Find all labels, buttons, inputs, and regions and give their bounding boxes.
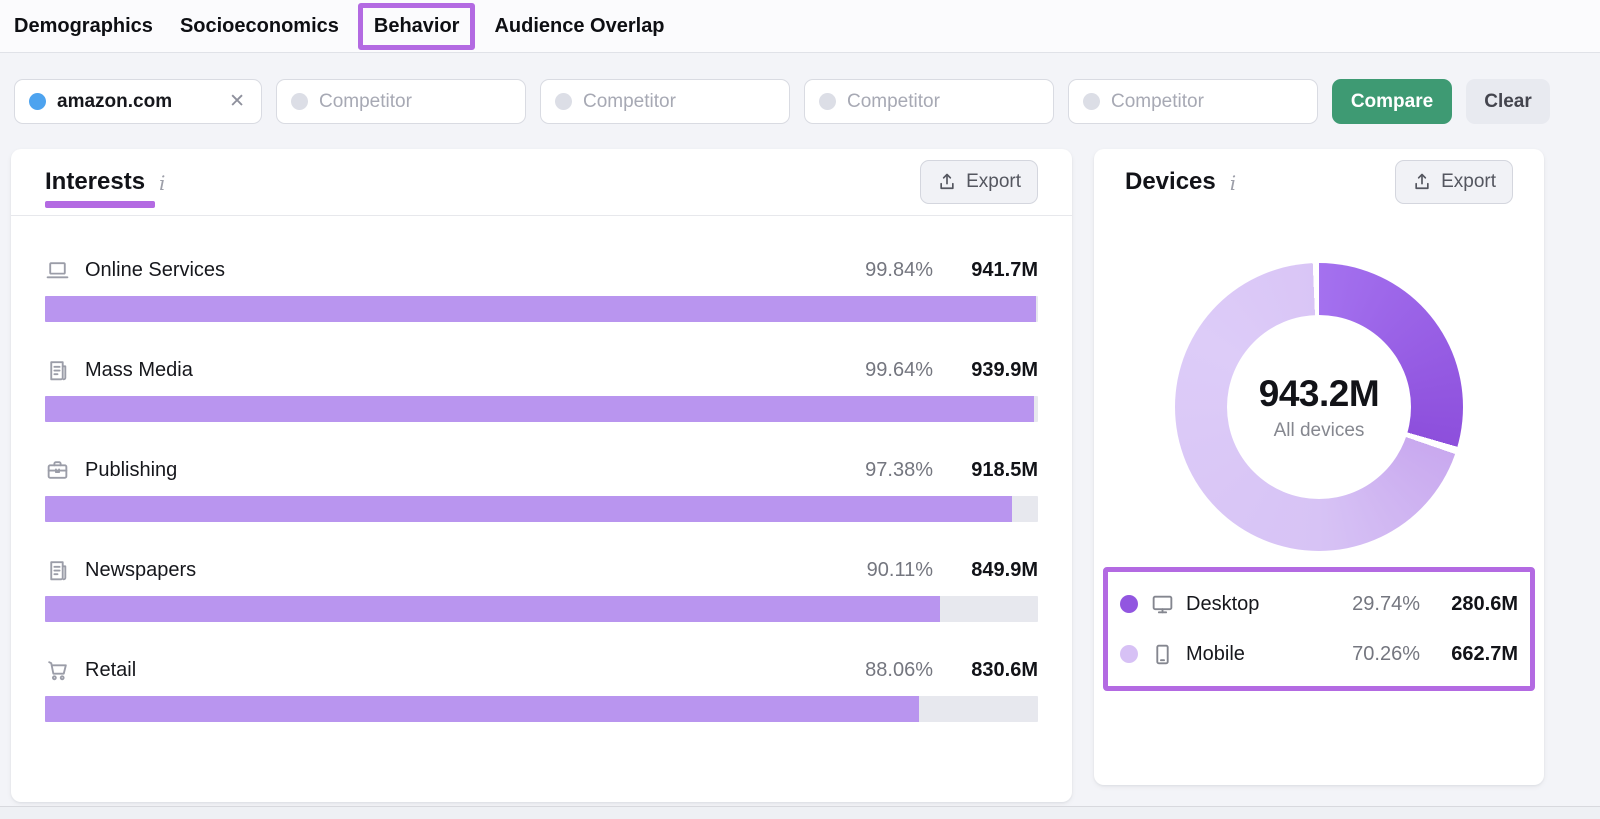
competitor-input-1[interactable]: Competitor	[276, 79, 526, 124]
interest-label: Newspapers	[85, 559, 813, 582]
competitor-input-4[interactable]: Competitor	[1068, 79, 1318, 124]
seed-domain-chip[interactable]: amazon.com ✕	[14, 79, 262, 124]
interest-percent: 99.84%	[813, 259, 933, 282]
compare-button[interactable]: Compare	[1332, 79, 1452, 124]
interests-title-annotation-underline	[45, 201, 155, 208]
export-icon	[1412, 172, 1432, 192]
newspaper-icon	[45, 358, 70, 383]
interest-value: 918.5M	[933, 459, 1038, 482]
competitor-dot-icon	[1083, 93, 1100, 110]
info-icon[interactable]: i	[1230, 171, 1236, 195]
behavior-tab-annotation-box: Behavior	[358, 3, 476, 50]
mobile-color-dot	[1120, 645, 1138, 663]
interest-label: Mass Media	[85, 359, 813, 382]
laptop-icon	[45, 258, 70, 283]
domain-dot-icon	[29, 93, 46, 110]
interest-percent: 99.64%	[813, 359, 933, 382]
devices-title: Devices	[1125, 168, 1216, 196]
page-bottom-edge	[0, 806, 1600, 819]
interest-row: Newspapers 90.11% 849.9M	[45, 558, 1038, 622]
devices-export-button[interactable]: Export	[1395, 160, 1513, 204]
competitor-dot-icon	[819, 93, 836, 110]
tab-socioeconomics[interactable]: Socioeconomics	[180, 15, 339, 38]
legend-row-mobile[interactable]: Mobile 70.26% 662.7M	[1120, 629, 1518, 679]
interest-percent: 97.38%	[813, 459, 933, 482]
seed-domain-label: amazon.com	[57, 91, 227, 113]
interest-row: Mass Media 99.64% 939.9M	[45, 358, 1038, 422]
monitor-icon	[1150, 592, 1175, 617]
interest-bar-track	[45, 696, 1038, 722]
interest-label: Online Services	[85, 259, 813, 282]
devices-donut-chart[interactable]: 943.2M All devices	[1175, 263, 1463, 551]
competitor-input-3[interactable]: Competitor	[804, 79, 1054, 124]
interest-bar-track	[45, 496, 1038, 522]
legend-value: 280.6M	[1420, 593, 1518, 616]
interests-export-button[interactable]: Export	[920, 160, 1038, 204]
interest-percent: 88.06%	[813, 659, 933, 682]
competitor-dot-icon	[555, 93, 572, 110]
interest-bar-track	[45, 296, 1038, 322]
interest-value: 939.9M	[933, 359, 1038, 382]
interest-bar-fill	[45, 696, 919, 722]
tab-demographics[interactable]: Demographics	[14, 15, 153, 38]
phone-icon	[1150, 642, 1175, 667]
interest-bar-fill	[45, 596, 940, 622]
filter-bar: amazon.com ✕ Competitor Competitor Compe…	[0, 79, 1600, 124]
devices-card: Devices i Export 943.2M All devices	[1094, 149, 1544, 785]
devices-legend-annotation-box: Desktop 29.74% 280.6M Mobile 70.26% 662.…	[1103, 567, 1535, 691]
newspaper-icon	[45, 558, 70, 583]
competitor-dot-icon	[291, 93, 308, 110]
clear-button[interactable]: Clear	[1466, 79, 1550, 124]
donut-center: 943.2M All devices	[1227, 315, 1411, 499]
competitor-placeholder: Competitor	[1111, 91, 1204, 113]
interest-value: 941.7M	[933, 259, 1038, 282]
cart-icon	[45, 658, 70, 683]
interests-card: Interests i Export Online Services	[11, 149, 1072, 802]
info-icon[interactable]: i	[159, 171, 165, 195]
interest-bar-track	[45, 396, 1038, 422]
interests-title: Interests	[45, 168, 145, 195]
interest-bar-track	[45, 596, 1038, 622]
interest-row: Publishing 97.38% 918.5M	[45, 458, 1038, 522]
export-icon	[937, 172, 957, 192]
competitor-input-2[interactable]: Competitor	[540, 79, 790, 124]
interest-label: Retail	[85, 659, 813, 682]
legend-label: Desktop	[1186, 593, 1310, 616]
legend-percent: 70.26%	[1310, 643, 1420, 666]
interest-bar-fill	[45, 396, 1034, 422]
remove-domain-icon[interactable]: ✕	[227, 90, 247, 113]
interest-row: Retail 88.06% 830.6M	[45, 658, 1038, 722]
tab-behavior[interactable]: Behavior	[374, 15, 460, 37]
legend-label: Mobile	[1186, 643, 1310, 666]
interest-percent: 90.11%	[813, 559, 933, 582]
interest-bar-fill	[45, 296, 1036, 322]
export-label: Export	[1441, 171, 1496, 193]
desktop-color-dot	[1120, 595, 1138, 613]
legend-row-desktop[interactable]: Desktop 29.74% 280.6M	[1120, 579, 1518, 629]
interest-bar-fill	[45, 496, 1012, 522]
legend-percent: 29.74%	[1310, 593, 1420, 616]
devices-total-value: 943.2M	[1259, 373, 1379, 415]
legend-value: 662.7M	[1420, 643, 1518, 666]
interest-label: Publishing	[85, 459, 813, 482]
competitor-placeholder: Competitor	[319, 91, 412, 113]
interest-value: 830.6M	[933, 659, 1038, 682]
tab-bar: Demographics Socioeconomics Behavior Aud…	[0, 0, 1600, 53]
devices-total-sublabel: All devices	[1274, 420, 1365, 442]
briefcase-icon	[45, 458, 70, 483]
export-label: Export	[966, 171, 1021, 193]
interest-row: Online Services 99.84% 941.7M	[45, 258, 1038, 322]
competitor-placeholder: Competitor	[583, 91, 676, 113]
tab-audience-overlap[interactable]: Audience Overlap	[494, 15, 664, 38]
interest-value: 849.9M	[933, 559, 1038, 582]
competitor-placeholder: Competitor	[847, 91, 940, 113]
